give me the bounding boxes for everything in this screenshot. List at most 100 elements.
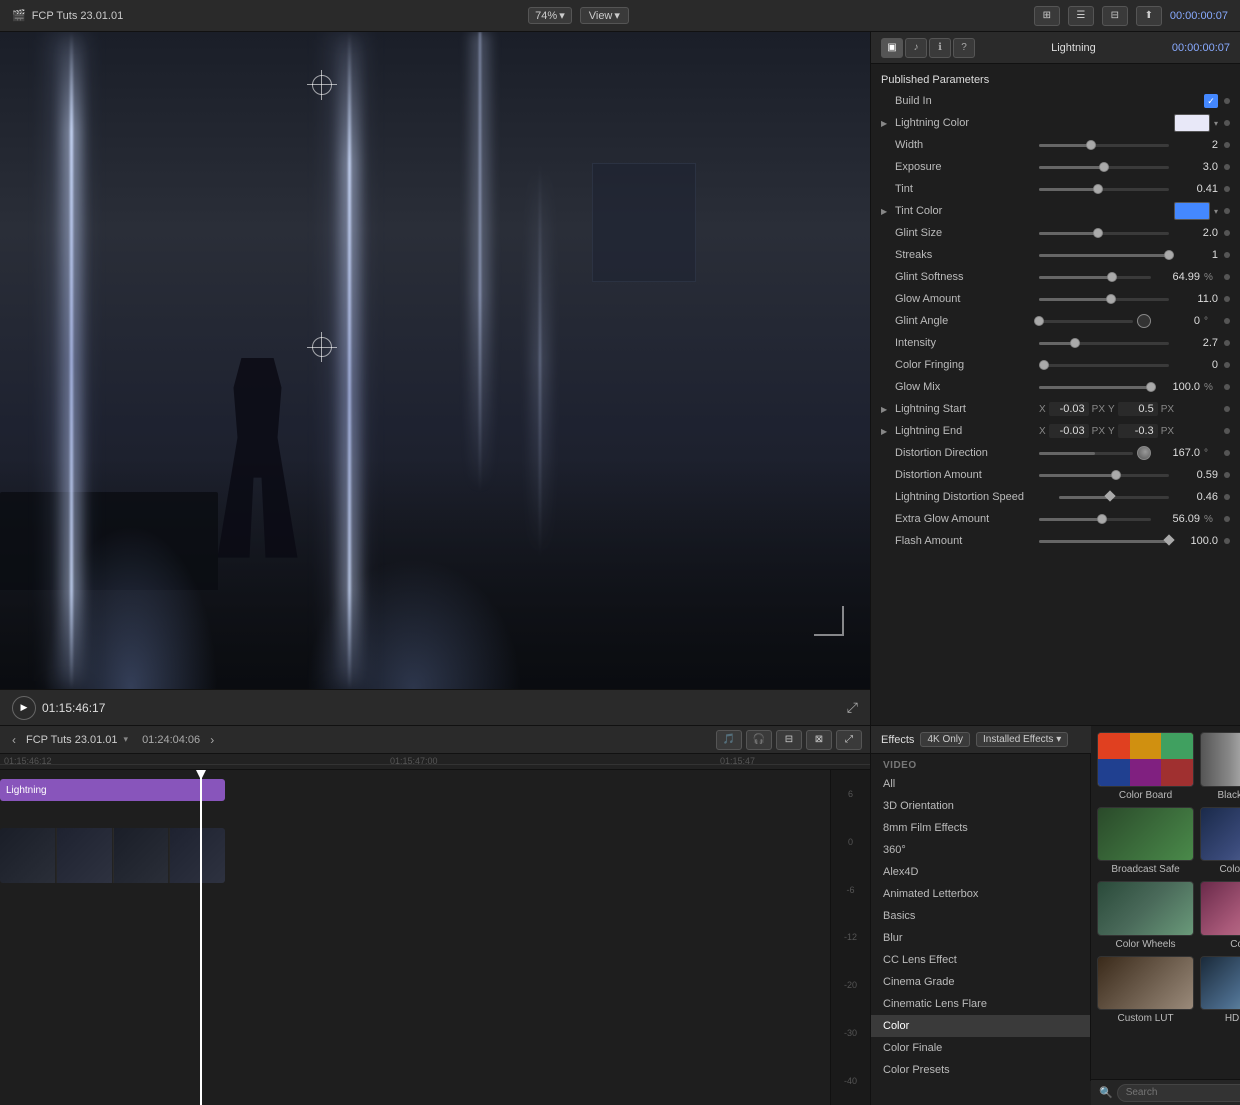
play-button[interactable]: ▶ [12, 696, 36, 720]
effects-filter-dropdown: ▾ [1056, 734, 1061, 745]
glint-angle-thumb[interactable] [1034, 316, 1044, 326]
effect-item-color-curves[interactable]: Color Curves [1200, 807, 1240, 876]
video-track[interactable] [0, 828, 225, 883]
effect-item-colorize[interactable]: Colorize [1200, 881, 1240, 950]
effects-cat-cinematic-lens-flare[interactable]: Cinematic Lens Flare [871, 993, 1090, 1015]
expand-lightning-color[interactable]: ▶ [881, 119, 891, 128]
extra-glow-amount-thumb[interactable] [1097, 514, 1107, 524]
timeline-layout-btn1[interactable]: ⊟ [776, 730, 802, 750]
distortion-amount-thumb[interactable] [1111, 470, 1121, 480]
glint-size-slider[interactable] [1039, 232, 1169, 235]
effect-item-bw[interactable]: Black & White [1200, 732, 1240, 801]
le-x-value[interactable]: -0.03 [1049, 424, 1089, 438]
lightning-color-swatch[interactable] [1174, 114, 1210, 132]
params-panel[interactable]: Published Parameters Build In ✓ ▶ Lightn… [871, 64, 1240, 725]
effects-cat-cc-lens[interactable]: CC Lens Effect [871, 949, 1090, 971]
effects-cat-cinema-grade[interactable]: Cinema Grade [871, 971, 1090, 993]
timeline-expand-btn[interactable]: ⤢ [836, 730, 862, 750]
param-color-fringing: Color Fringing 0 [871, 354, 1240, 376]
effect-item-broadcast[interactable]: Broadcast Safe [1097, 807, 1194, 876]
distortion-amount-control [1039, 474, 1169, 477]
glint-softness-slider[interactable] [1039, 276, 1151, 279]
expand-tint-color[interactable]: ▶ [881, 207, 891, 216]
effects-cat-color-presets[interactable]: Color Presets [871, 1059, 1090, 1081]
list-view-button[interactable]: ☰ [1068, 6, 1094, 26]
effects-cat-all[interactable]: All [871, 773, 1090, 795]
expand-lightning-end[interactable]: ▶ [881, 427, 891, 436]
inspector-header: ▣ ♪ ℹ ? Lightning 00:00:00:07 [871, 32, 1240, 64]
effect-item-custom-lut[interactable]: Custom LUT [1097, 956, 1194, 1025]
color-fringing-slider[interactable] [1039, 364, 1169, 367]
search-input[interactable] [1117, 1084, 1240, 1102]
effects-cat-basics[interactable]: Basics [871, 905, 1090, 927]
le-y-value[interactable]: -0.3 [1118, 424, 1158, 438]
intensity-thumb[interactable] [1070, 338, 1080, 348]
effect-item-color-wheels[interactable]: Color Wheels [1097, 881, 1194, 950]
color-dropdown-arrow-2[interactable]: ▾ [1214, 207, 1218, 216]
zoom-control[interactable]: 74% ▾ [528, 7, 572, 24]
glow-amount-thumb[interactable] [1106, 294, 1116, 304]
timeline-body[interactable]: Lightning Lightning 02 [0, 770, 870, 1105]
effects-cat-8mm[interactable]: 8mm Film Effects [871, 817, 1090, 839]
tint-slider-thumb[interactable] [1093, 184, 1103, 194]
lightning-distortion-speed-thumb[interactable] [1104, 490, 1115, 501]
share-button[interactable]: ⬆ [1136, 6, 1162, 26]
expand-lightning-start[interactable]: ▶ [881, 405, 891, 414]
glint-softness-thumb[interactable] [1107, 272, 1117, 282]
timeline-nav-forward[interactable]: › [206, 733, 218, 747]
inspector-tab-video[interactable]: ▣ [881, 38, 903, 58]
timeline-headphone-btn[interactable]: 🎧 [746, 730, 772, 750]
inspector-tab-help[interactable]: ? [953, 38, 975, 58]
glow-mix-slider[interactable] [1039, 386, 1151, 389]
inspector-tab-audio[interactable]: ♪ [905, 38, 927, 58]
distortion-dir-dial[interactable] [1137, 446, 1151, 460]
distortion-amount-slider[interactable] [1039, 474, 1169, 477]
effects-cat-alex4d[interactable]: Alex4D [871, 861, 1090, 883]
effects-cat-360[interactable]: 360° [871, 839, 1090, 861]
inspector-tab-info[interactable]: ℹ [929, 38, 951, 58]
view-button[interactable]: View ▾ [580, 7, 629, 24]
effect-item-hdr-tools[interactable]: HDR Tools [1200, 956, 1240, 1025]
tint-color-swatch[interactable] [1174, 202, 1210, 220]
effects-cat-color[interactable]: Color [871, 1015, 1090, 1037]
flash-amount-slider[interactable] [1039, 540, 1169, 543]
effects-4k-filter[interactable]: 4K Only [920, 732, 970, 747]
glint-size-slider-thumb[interactable] [1093, 228, 1103, 238]
glint-angle-dial[interactable] [1137, 314, 1151, 328]
extra-glow-amount-slider[interactable] [1039, 518, 1151, 521]
timeline-title-dropdown[interactable]: ▾ [124, 734, 129, 745]
intensity-slider[interactable] [1039, 342, 1169, 345]
fullscreen-button[interactable]: ⤢ [847, 699, 858, 716]
width-slider[interactable] [1039, 144, 1169, 147]
effects-installed-filter[interactable]: Installed Effects ▾ [976, 732, 1068, 747]
grid-view-button[interactable]: ⊞ [1034, 6, 1060, 26]
ls-y-value[interactable]: 0.5 [1118, 402, 1158, 416]
timeline-nav-back[interactable]: ‹ [8, 733, 20, 747]
tint-slider[interactable] [1039, 188, 1169, 191]
color-fringing-thumb[interactable] [1039, 360, 1049, 370]
distortion-dir-slider[interactable] [1039, 452, 1133, 455]
timeline-audio-btn[interactable]: 🎵 [716, 730, 742, 750]
effect-item-color-board[interactable]: Color Board [1097, 732, 1194, 801]
timeline-layout-btn2[interactable]: ⊠ [806, 730, 832, 750]
effects-cat-animated-letterbox[interactable]: Animated Letterbox [871, 883, 1090, 905]
exposure-slider[interactable] [1039, 166, 1169, 169]
exposure-slider-thumb[interactable] [1099, 162, 1109, 172]
clip-lightning[interactable]: Lightning [0, 779, 225, 801]
glint-angle-slider[interactable] [1039, 320, 1133, 323]
settings-button[interactable]: ⊟ [1102, 6, 1128, 26]
width-slider-thumb[interactable] [1086, 140, 1096, 150]
video-viewport[interactable] [0, 32, 870, 689]
glow-mix-thumb[interactable] [1146, 382, 1156, 392]
effects-cat-3d[interactable]: 3D Orientation [871, 795, 1090, 817]
ls-x-value[interactable]: -0.03 [1049, 402, 1089, 416]
streaks-slider-thumb[interactable] [1164, 250, 1174, 260]
color-dropdown-arrow-1[interactable]: ▾ [1214, 119, 1218, 128]
project-title-area: 🎬 FCP Tuts 23.01.01 [12, 9, 123, 22]
effects-cat-blur[interactable]: Blur [871, 927, 1090, 949]
build-in-checkbox[interactable]: ✓ [1204, 94, 1218, 108]
effects-cat-color-finale[interactable]: Color Finale [871, 1037, 1090, 1059]
lightning-distortion-speed-slider[interactable] [1059, 496, 1169, 499]
streaks-slider[interactable] [1039, 254, 1169, 257]
glow-amount-slider[interactable] [1039, 298, 1169, 301]
